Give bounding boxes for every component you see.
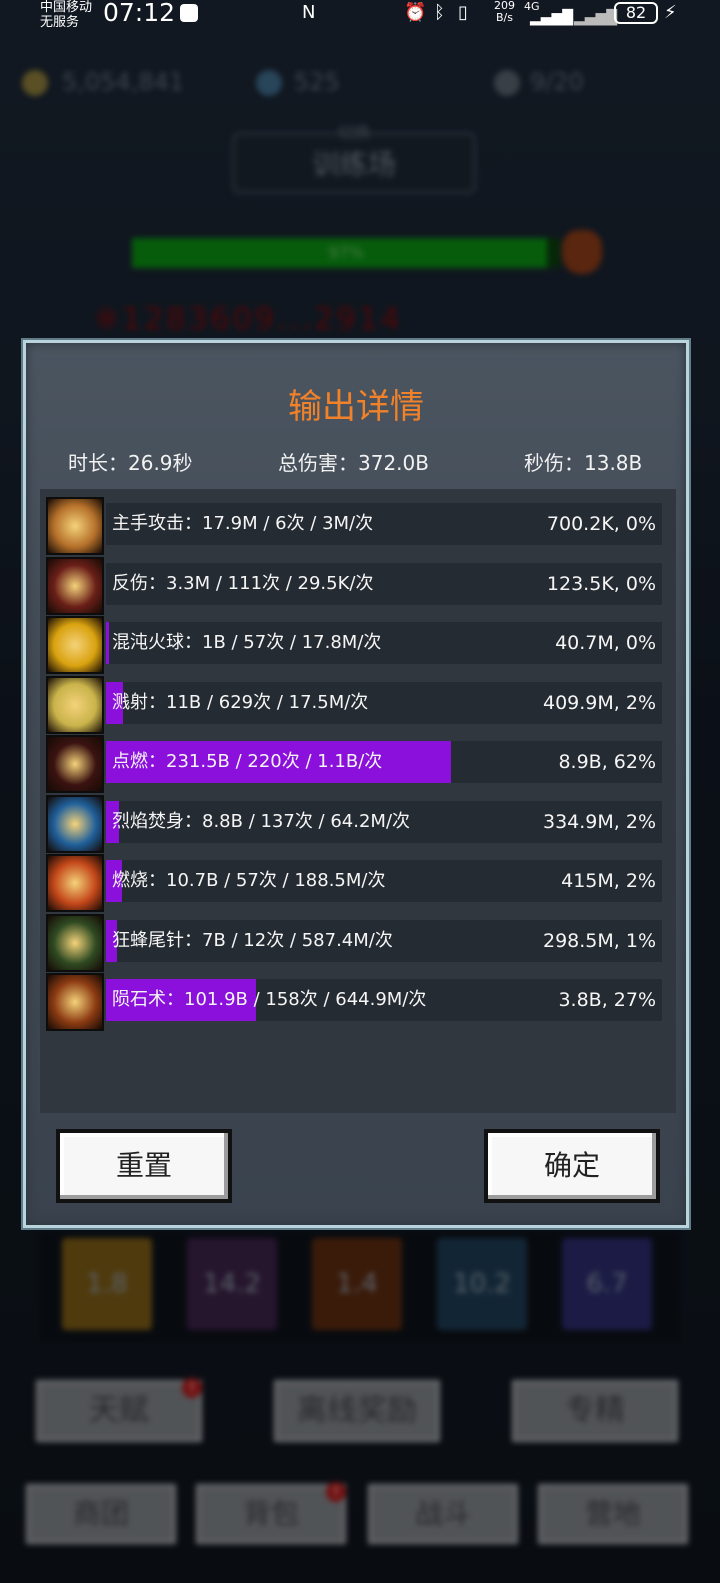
total-damage-stat: 总伤害：372.0B [278, 451, 429, 475]
net-speed: 209 B/s [494, 0, 515, 24]
skill-damage-row: 烈焰焚身：8.8B / 137次 / 64.2M/次 334.9M, 2% [46, 794, 664, 853]
alarm-icon: ⏰ [404, 2, 427, 23]
signal-icon: ▂▄▆█ [530, 10, 574, 26]
skill-damage-summary: 反伤：3.3M / 111次 / 29.5K/次 [112, 572, 374, 594]
skill-damage-summary: 点燃：231.5B / 220次 / 1.1B/次 [112, 751, 383, 772]
skill-dps-share: 415M, 2% [561, 870, 656, 892]
damage-share-fill [106, 622, 109, 664]
burst-icon [46, 675, 104, 734]
skill-dps-share: 8.9B, 62% [558, 751, 656, 773]
skill-damage-row: 反伤：3.3M / 111次 / 29.5K/次 123.5K, 0% [46, 556, 664, 615]
skill-dps-share: 298.5M, 1% [542, 929, 656, 952]
skill-dps-share: 3.8B, 27% [558, 989, 656, 1011]
skill-dps-share: 123.5K, 0% [546, 572, 656, 595]
skill-damage-row: 溅射：11B / 629次 / 17.5M/次 409.9M, 2% [46, 675, 664, 734]
duration-stat: 时长：26.9秒 [68, 451, 193, 475]
status-bar: 中国移动 无服务 07:12 N ⏰ ᛒ ▯ 209 B/s 4G ▂▄▆█ ▂… [0, 0, 720, 36]
skill-damage-summary: 燃烧：10.7B / 57次 / 188.5M/次 [112, 870, 386, 891]
charging-icon: ⚡ [664, 2, 677, 23]
skill-damage-row: 混沌火球：1B / 57次 / 17.8M/次 40.7M, 0% [46, 616, 664, 674]
skill-dps-share: 409.9M, 2% [542, 691, 656, 714]
skill-damage-row: 陨石术：101.9B / 158次 / 644.9M/次 3.8B, 27% [46, 973, 664, 1031]
confirm-button[interactable]: 确定 [484, 1129, 660, 1203]
meteor-icon [46, 973, 104, 1031]
notification-icon [180, 4, 198, 22]
clock: 07:12 [103, 0, 176, 27]
skill-damage-summary: 混沌火球：1B / 57次 / 17.8M/次 [112, 632, 382, 653]
skill-damage-row: 主手攻击：17.9M / 6次 / 3M/次 700.2K, 0% [46, 497, 664, 555]
reset-button[interactable]: 重置 [56, 1129, 232, 1203]
thorns-icon [46, 556, 104, 615]
skill-damage-summary: 溅射：11B / 629次 / 17.5M/次 [112, 691, 369, 713]
signal-2-icon: ▂▄▆█ [574, 10, 618, 26]
skill-damage-row: 点燃：231.5B / 220次 / 1.1B/次 8.9B, 62% [46, 735, 664, 793]
flame-body-icon [46, 794, 104, 853]
skill-damage-summary: 主手攻击：17.9M / 6次 / 3M/次 [112, 513, 374, 534]
skill-damage-list: 主手攻击：17.9M / 6次 / 3M/次 700.2K, 0% 反伤：3.3M … [40, 489, 676, 1113]
skill-damage-summary: 陨石术：101.9B / 158次 / 644.9M/次 [112, 989, 427, 1010]
skill-damage-row: 燃烧：10.7B / 57次 / 188.5M/次 415M, 2% [46, 854, 664, 912]
skill-dps-share: 40.7M, 0% [555, 632, 656, 654]
skill-damage-summary: 狂蜂尾针：7B / 12次 / 587.4M/次 [112, 929, 393, 951]
skill-damage-row: 狂蜂尾针：7B / 12次 / 587.4M/次 298.5M, 1% [46, 913, 664, 972]
carrier-label: 中国移动 无服务 [40, 0, 93, 30]
skill-dps-share: 334.9M, 2% [542, 810, 656, 833]
skill-damage-summary: 烈焰焚身：8.8B / 137次 / 64.2M/次 [112, 810, 411, 832]
wasp-sting-icon [46, 913, 104, 972]
skill-dps-share: 700.2K, 0% [546, 513, 656, 535]
vibrate-icon: ▯ [458, 2, 468, 23]
fireball-icon [46, 616, 104, 674]
ignite-icon [46, 735, 104, 793]
nfc-icon: N [302, 2, 316, 23]
burn-icon [46, 854, 104, 912]
sword-icon [46, 497, 104, 555]
bluetooth-icon: ᛒ [434, 2, 445, 23]
damage-detail-dialog: 输出详情 时长：26.9秒 总伤害：372.0B 秒伤：13.8B 主手攻击：1… [23, 340, 689, 1228]
battery-indicator: 82 [614, 2, 658, 24]
dps-stat: 秒伤：13.8B [524, 451, 643, 475]
dialog-title: 输出详情 [288, 387, 424, 427]
